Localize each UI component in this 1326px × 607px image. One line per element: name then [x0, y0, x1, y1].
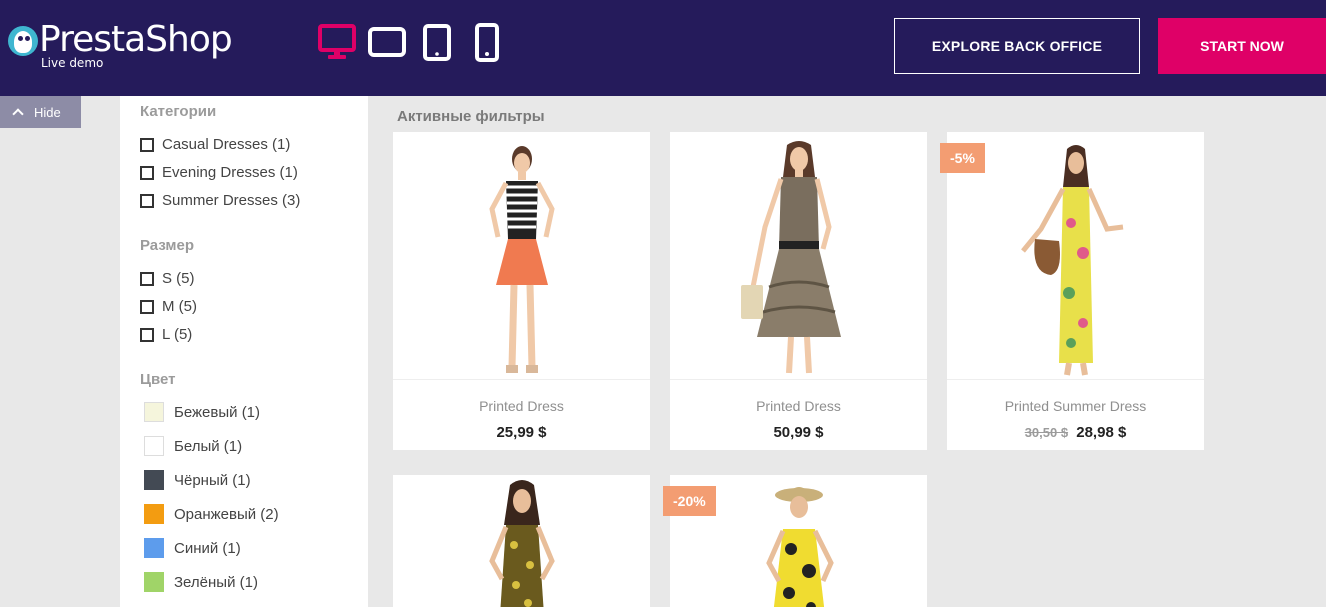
checkbox[interactable] [140, 193, 154, 208]
checkbox[interactable] [140, 165, 154, 180]
prestashop-logo[interactable]: PrestaShop Live demo [8, 18, 268, 74]
hide-toolbar-button[interactable]: Hide [0, 96, 81, 128]
product-card[interactable]: -5% Printed Summer Dress 30,50 $ 28,98 $ [940, 132, 1204, 450]
filter-label: Зелёный (1) [174, 573, 258, 591]
chevron-up-icon [12, 108, 24, 120]
product-name[interactable]: Printed Dress [393, 398, 650, 414]
filter-title-color: Цвет [140, 371, 176, 388]
discount-badge: -5% [940, 143, 985, 173]
filter-color-blue[interactable]: Синий (1) [144, 538, 241, 558]
active-filters-heading: Активные фильтры [397, 108, 545, 125]
filter-label: Чёрный (1) [174, 471, 251, 489]
filter-label: Evening Dresses (1) [162, 164, 298, 181]
filter-label: Оранжевый (2) [174, 505, 279, 523]
color-swatch[interactable] [144, 436, 164, 456]
filter-color-black[interactable]: Чёрный (1) [144, 470, 251, 490]
filter-label: Summer Dresses (3) [162, 192, 301, 209]
color-swatch[interactable] [144, 470, 164, 490]
filter-color-white[interactable]: Белый (1) [144, 436, 242, 456]
product-current-price: 28,98 $ [1076, 424, 1127, 441]
tablet-landscape-icon[interactable] [368, 22, 406, 62]
hide-label: Hide [34, 104, 61, 120]
filter-color-orange[interactable]: Оранжевый (2) [144, 504, 279, 524]
filter-checkbox-evening-dresses[interactable]: Evening Dresses (1) [140, 164, 298, 181]
top-bar: PrestaShop Live demo EXPLORE BACK OFFICE… [0, 0, 1326, 96]
checkbox[interactable] [140, 271, 154, 286]
product-name[interactable]: Printed Dress [670, 398, 927, 414]
start-now-button[interactable]: START NOW [1158, 18, 1326, 74]
product-price: 30,50 $ 28,98 $ [947, 424, 1204, 441]
product-price: 25,99 $ [496, 424, 547, 441]
explore-back-office-button[interactable]: EXPLORE BACK OFFICE [894, 18, 1140, 74]
mobile-icon[interactable] [474, 22, 500, 64]
filter-label: Casual Dresses (1) [162, 136, 291, 153]
product-card[interactable]: Printed Dress 25,99 $ [393, 132, 650, 450]
color-swatch[interactable] [144, 538, 164, 558]
product-image[interactable] [393, 132, 650, 380]
filter-checkbox-size-s[interactable]: S (5) [140, 270, 195, 287]
filter-title-size: Размер [140, 237, 195, 254]
logo-subtitle: Live demo [41, 56, 104, 70]
product-card[interactable]: Printed Dress 50,99 $ [670, 132, 927, 450]
color-swatch[interactable] [144, 402, 164, 422]
filter-label: Синий (1) [174, 539, 241, 557]
filter-label: Бежевый (1) [174, 403, 261, 421]
filter-label: L (5) [162, 326, 193, 343]
color-swatch[interactable] [144, 504, 164, 524]
filter-label: M (5) [162, 298, 197, 315]
product-card[interactable] [393, 475, 650, 607]
desktop-icon[interactable] [318, 22, 356, 62]
product-name[interactable]: Printed Summer Dress [947, 398, 1204, 414]
product-old-price: 30,50 $ [1024, 425, 1069, 440]
puffin-logo-icon [8, 26, 38, 56]
discount-badge: -20% [663, 486, 716, 516]
filter-label: S (5) [162, 270, 195, 287]
filter-checkbox-size-m[interactable]: M (5) [140, 298, 197, 315]
filter-color-beige[interactable]: Бежевый (1) [144, 402, 260, 422]
color-swatch[interactable] [144, 572, 164, 592]
product-image[interactable] [670, 132, 927, 380]
checkbox[interactable] [140, 327, 154, 342]
product-card[interactable]: -20% [663, 475, 927, 607]
checkbox[interactable] [140, 299, 154, 314]
checkbox[interactable] [140, 137, 154, 152]
filter-sidebar: Категории Casual Dresses (1) Evening Dre… [120, 96, 368, 607]
filter-checkbox-size-l[interactable]: L (5) [140, 326, 192, 343]
product-image[interactable] [393, 475, 650, 607]
filter-title-categories: Категории [140, 103, 217, 120]
filter-checkbox-summer-dresses[interactable]: Summer Dresses (3) [140, 192, 300, 209]
filter-color-green[interactable]: Зелёный (1) [144, 572, 258, 592]
product-image[interactable] [947, 132, 1204, 380]
tablet-portrait-icon[interactable] [422, 22, 452, 62]
filter-checkbox-casual-dresses[interactable]: Casual Dresses (1) [140, 136, 290, 153]
product-price: 50,99 $ [773, 424, 824, 441]
filter-label: Белый (1) [174, 437, 243, 455]
